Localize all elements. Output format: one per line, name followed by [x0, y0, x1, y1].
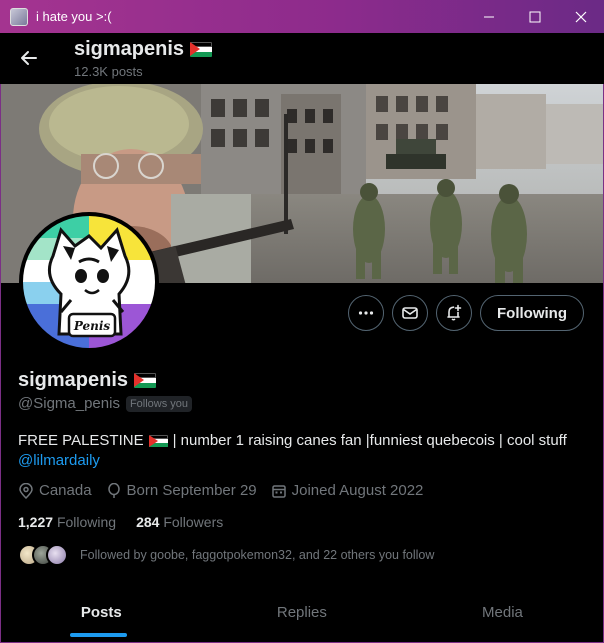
- more-icon: [358, 311, 374, 315]
- notify-button[interactable]: [436, 295, 472, 331]
- balloon-icon: [107, 482, 120, 498]
- profile-stats: 1,227 Following 284 Followers: [18, 514, 243, 530]
- tab-media[interactable]: Media: [402, 590, 603, 642]
- following-stat[interactable]: 1,227 Following: [18, 514, 116, 530]
- location-item: Canada: [18, 482, 92, 499]
- profile-handle-row: @Sigma_penis Follows you: [18, 395, 193, 412]
- palestine-flag-icon: [134, 373, 157, 388]
- back-button[interactable]: [12, 41, 46, 75]
- avatar-caption: Penis: [73, 319, 111, 333]
- location-text: Canada: [39, 482, 92, 499]
- bio-prefix: FREE PALESTINE: [18, 432, 144, 449]
- avatar[interactable]: Penis: [19, 212, 159, 352]
- birthday-item: Born September 29: [106, 482, 257, 499]
- bio-link[interactable]: @lilmardaily: [18, 451, 100, 471]
- header-name: sigmapenis: [74, 38, 213, 61]
- post-count: 12.3K posts: [74, 64, 143, 79]
- minimize-icon: [484, 16, 494, 17]
- header-name-text: sigmapenis: [74, 38, 185, 60]
- close-button[interactable]: [558, 0, 604, 33]
- profile-bio: FREE PALESTINE | number 1 raising canes …: [18, 431, 588, 471]
- followed-by-text: Followed by goobe, faggotpokemon32, and …: [80, 548, 435, 562]
- envelope-icon: [402, 307, 418, 319]
- maximize-button[interactable]: [512, 0, 558, 33]
- palestine-flag-icon: [190, 42, 213, 57]
- following-label: Following: [56, 514, 117, 530]
- profile-header: sigmapenis 12.3K posts: [0, 33, 604, 84]
- close-icon: [575, 11, 587, 22]
- bio-line-1: FREE PALESTINE | number 1 raising canes …: [18, 431, 588, 451]
- window-titlebar[interactable]: i hate you >:(: [0, 0, 604, 33]
- bio-line-2: @lilmardaily: [18, 451, 588, 471]
- profile-handle: @Sigma_penis: [18, 395, 120, 412]
- followers-count: 284: [136, 514, 160, 530]
- arrow-left-icon: [21, 51, 37, 65]
- profile-name-text: sigmapenis: [18, 369, 129, 391]
- followers-stat[interactable]: 284 Followers: [136, 514, 223, 530]
- window-title: i hate you >:(: [36, 9, 112, 24]
- calendar-icon: [271, 484, 286, 498]
- following-button[interactable]: Following: [480, 295, 584, 331]
- active-tab-indicator: [70, 633, 127, 637]
- message-button[interactable]: [392, 295, 428, 331]
- maximize-icon: [529, 11, 541, 22]
- birthday-text: Born September 29: [126, 482, 257, 499]
- minimize-button[interactable]: [466, 0, 512, 33]
- bio-rest: | number 1 raising canes fan |funniest q…: [172, 432, 567, 449]
- joined-item: Joined August 2022: [271, 482, 424, 499]
- window-controls: [466, 0, 604, 33]
- joined-text: Joined August 2022: [291, 482, 424, 499]
- follows-you-badge: Follows you: [125, 395, 193, 412]
- following-count: 1,227: [18, 514, 54, 530]
- more-button[interactable]: [348, 295, 384, 331]
- profile-name: sigmapenis: [18, 369, 157, 392]
- tab-replies[interactable]: Replies: [202, 590, 403, 642]
- followed-by[interactable]: Followed by goobe, faggotpokemon32, and …: [18, 544, 434, 566]
- avatar-image: Penis: [23, 216, 155, 348]
- follower-avatar: [46, 544, 68, 566]
- palestine-flag-icon: [148, 434, 168, 448]
- followers-label: Followers: [163, 514, 224, 530]
- profile-meta: Canada Born September 29 Joined August 2…: [18, 482, 437, 499]
- app-icon: [10, 7, 28, 26]
- bell-plus-icon: [447, 304, 462, 321]
- location-icon: [19, 482, 33, 499]
